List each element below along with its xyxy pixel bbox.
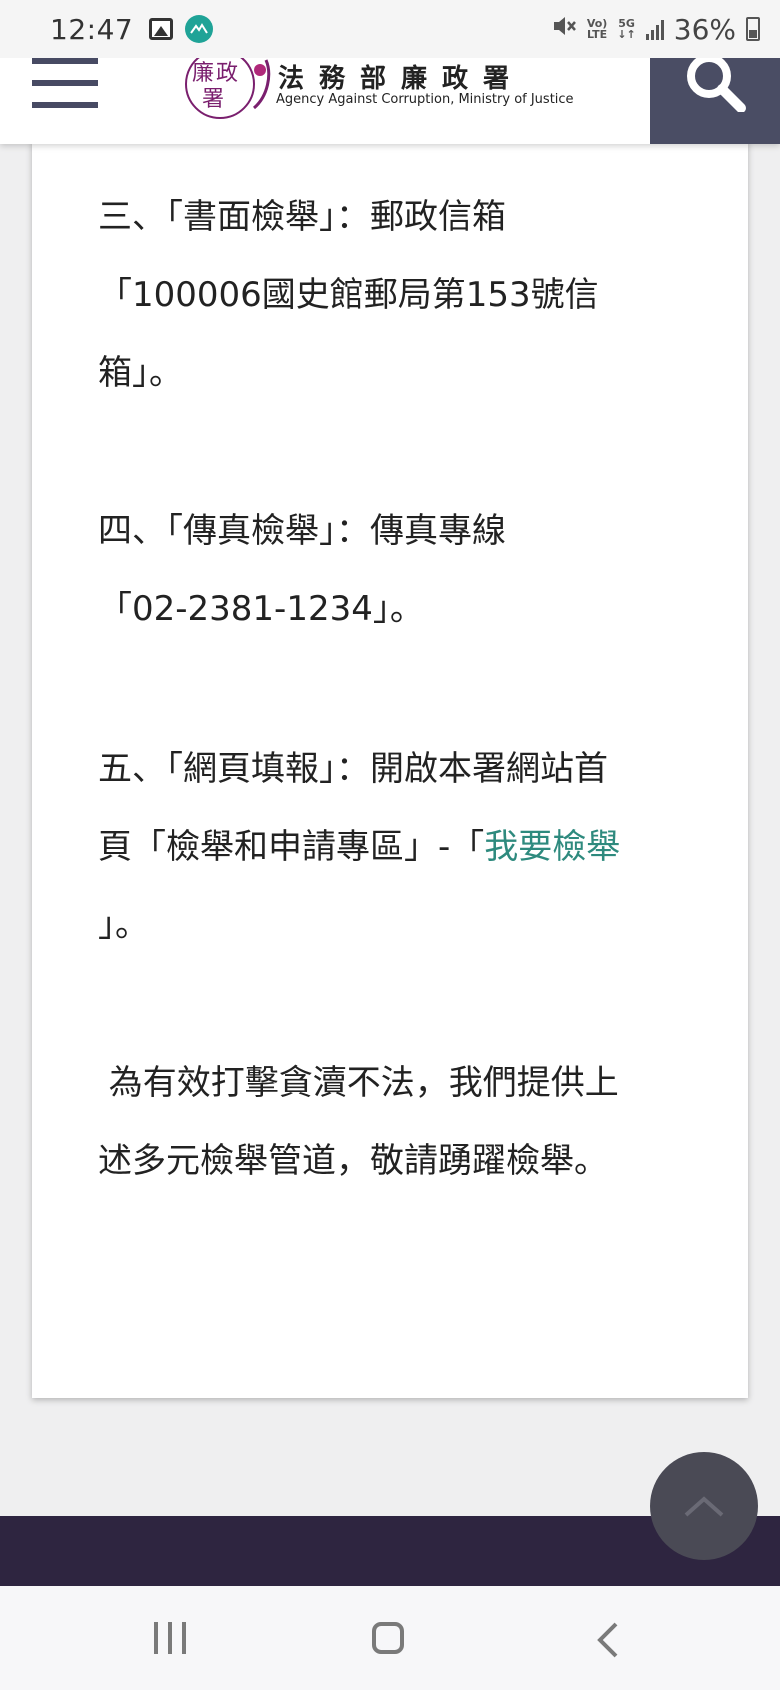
text-line: 四、「傳真檢舉」：傳真專線	[98, 511, 506, 551]
content-card: 三、「書面檢舉」：郵政信箱 「100006國史館郵局第153號信 箱」。 四、「…	[32, 140, 748, 1398]
back-icon[interactable]	[596, 1622, 620, 1662]
text-line: 「02-2381-1234」。	[98, 589, 424, 629]
volte-bottom-label: LTE	[586, 28, 608, 41]
5g-icon: 5G ↓↑	[617, 18, 635, 40]
text-line: 三、「書面檢舉」：郵政信箱	[98, 197, 506, 237]
volte-icon: Vo) LTE	[587, 18, 608, 40]
battery-percent: 36%	[673, 12, 736, 46]
system-nav-bar	[0, 1586, 780, 1690]
text-line: 」。	[98, 905, 149, 945]
svg-text:政: 政	[216, 61, 238, 86]
text-line: 箱」。	[98, 353, 183, 393]
back-to-top-button[interactable]	[650, 1452, 758, 1560]
search-button[interactable]	[650, 58, 780, 144]
mute-icon	[551, 13, 577, 46]
report-method-fax: 四、「傳真檢舉」：傳真專線 「02-2381-1234」。	[98, 492, 718, 648]
agency-name-zh[interactable]: 法務部廉政署	[278, 58, 524, 95]
menu-icon[interactable]	[32, 58, 98, 108]
svg-text:署: 署	[202, 87, 224, 112]
status-bar: 12:47 Vo) LTE 5G ↓↑ 36%	[0, 0, 780, 58]
site-header: 廉 政 署 法務部廉政署 Agency Against Corruption, …	[0, 49, 780, 144]
signal-icon	[645, 18, 664, 40]
app-notification-icon	[185, 15, 214, 43]
report-method-mail: 三、「書面檢舉」：郵政信箱 「100006國史館郵局第153號信 箱」。	[98, 178, 718, 412]
report-link[interactable]: 我要檢舉	[484, 827, 620, 867]
status-time: 12:47	[50, 12, 134, 46]
agency-logo[interactable]: 廉 政 署	[176, 49, 272, 126]
text-line: 頁「檢舉和申請專區」-「我要檢舉	[98, 808, 718, 886]
text-line: 「100006國史館郵局第153號信	[98, 275, 599, 315]
report-method-web: 五、「網頁填報」：開啟本署網站首 頁「檢舉和申請專區」-「我要檢舉 」。	[98, 730, 718, 964]
search-icon	[687, 58, 746, 112]
closing-paragraph: 為有效打擊貪瀆不法，我們提供上 述多元檢舉管道，敬請踴躍檢舉。	[98, 1044, 718, 1200]
text-span: 頁「檢舉和申請專區」-「	[98, 827, 485, 867]
agency-name-en[interactable]: Agency Against Corruption, Ministry of J…	[276, 92, 574, 107]
network-bottom-label: ↓↑	[617, 28, 636, 41]
gallery-icon	[149, 18, 174, 40]
svg-text:廉: 廉	[192, 61, 214, 86]
text-line: 述多元檢舉管道，敬請踴躍檢舉。	[98, 1141, 608, 1181]
recents-icon[interactable]	[154, 1622, 186, 1654]
home-icon[interactable]	[372, 1622, 404, 1654]
chevron-up-icon	[684, 1496, 724, 1517]
battery-icon	[746, 17, 760, 41]
text-line: 為有效打擊貪瀆不法，我們提供上	[98, 1063, 619, 1103]
text-line: 五、「網頁填報」：開啟本署網站首	[98, 749, 608, 789]
